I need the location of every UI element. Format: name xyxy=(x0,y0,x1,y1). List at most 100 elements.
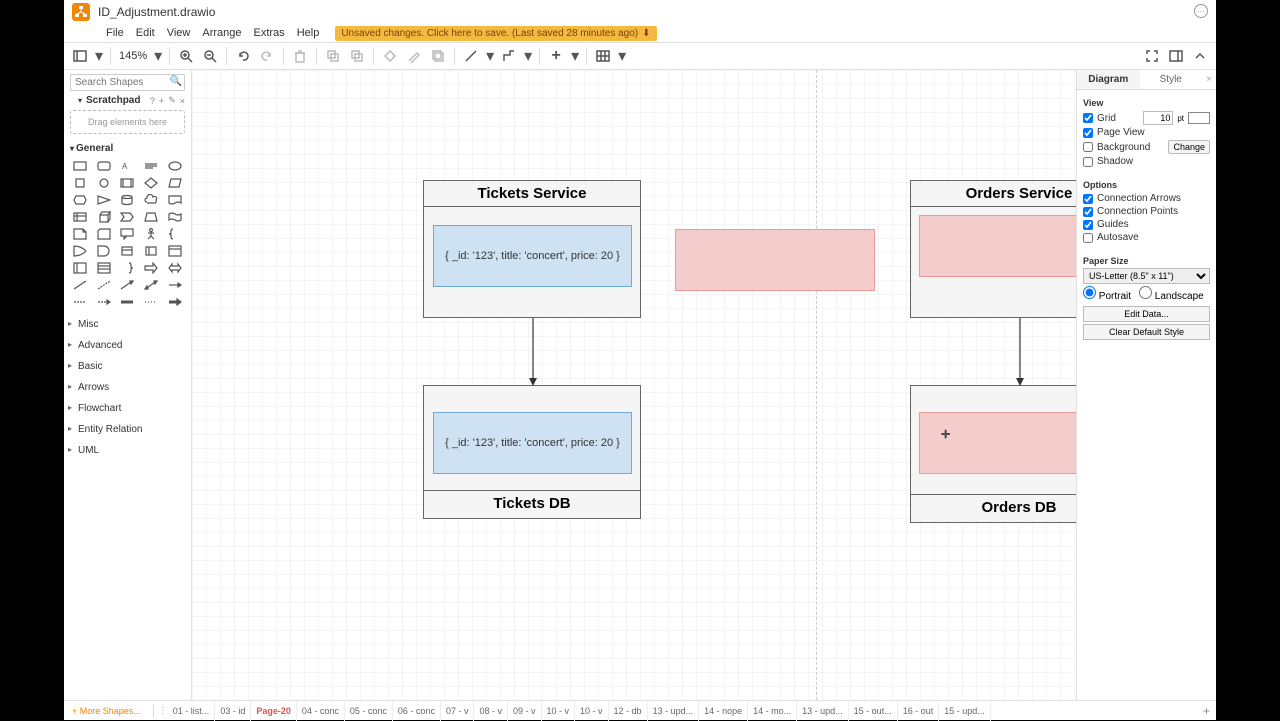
page-tab[interactable]: 08 - v xyxy=(474,701,508,721)
grid-size-input[interactable] xyxy=(1143,111,1173,125)
pageview-checkbox[interactable] xyxy=(1083,128,1093,138)
shape-thickarr[interactable] xyxy=(164,295,185,309)
grid-color-swatch[interactable] xyxy=(1188,112,1210,124)
fullscreen-icon[interactable] xyxy=(1142,46,1162,66)
shape-hcontainer[interactable] xyxy=(70,261,91,275)
paper-size-select[interactable]: US-Letter (8.5" x 11") xyxy=(1083,268,1210,284)
page-tab[interactable]: 10 - v xyxy=(575,701,609,721)
shape-document[interactable] xyxy=(164,193,185,207)
unsaved-banner[interactable]: Unsaved changes. Click here to save. (La… xyxy=(335,26,656,41)
page-tab[interactable]: 15 - upd... xyxy=(939,701,991,721)
page-tab[interactable]: 13 - upd... xyxy=(797,701,849,721)
menu-extras[interactable]: Extras xyxy=(254,27,285,39)
page-tab[interactable]: 12 - db xyxy=(609,701,648,721)
zoom-in-icon[interactable] xyxy=(176,46,196,66)
pink-box-middle[interactable] xyxy=(675,229,875,291)
page-tab[interactable]: 07 - v xyxy=(441,701,475,721)
to-front-icon[interactable] xyxy=(323,46,343,66)
format-panel-icon[interactable] xyxy=(1166,46,1186,66)
page-tab[interactable]: 05 - conc xyxy=(345,701,393,721)
zoom-level[interactable]: 145% xyxy=(117,50,149,62)
waypoint-icon[interactable] xyxy=(499,46,519,66)
shape-biarrow[interactable] xyxy=(164,261,185,275)
portrait-radio[interactable]: Portrait xyxy=(1083,286,1131,302)
shape-line2[interactable] xyxy=(94,278,115,292)
add-scratch-icon[interactable]: + xyxy=(159,96,164,106)
shape-container[interactable] xyxy=(164,244,185,258)
page-menu-icon[interactable]: ⋮ xyxy=(158,705,168,716)
cat-basic[interactable]: Basic xyxy=(64,356,191,377)
conn-dropdown[interactable]: ▾ xyxy=(485,46,495,66)
shape-cloud[interactable] xyxy=(141,193,162,207)
shape-rect[interactable] xyxy=(70,159,91,173)
shape-xor[interactable] xyxy=(141,244,162,258)
orders-db-inner[interactable] xyxy=(919,412,1076,474)
page-tab[interactable]: 04 - conc xyxy=(297,701,345,721)
zoom-dropdown-icon[interactable]: ▾ xyxy=(153,46,163,66)
autosave-checkbox[interactable] xyxy=(1083,233,1093,243)
cat-entity[interactable]: Entity Relation xyxy=(64,419,191,440)
cat-advanced[interactable]: Advanced xyxy=(64,335,191,356)
shape-trapezoid[interactable] xyxy=(141,210,162,224)
conn-points-checkbox[interactable] xyxy=(1083,207,1093,217)
clear-style-button[interactable]: Clear Default Style xyxy=(1083,324,1210,340)
shape-callout[interactable] xyxy=(117,227,138,241)
change-button[interactable]: Change xyxy=(1168,140,1210,154)
page-tab[interactable]: 14 - mo... xyxy=(748,701,797,721)
menu-arrange[interactable]: Arrange xyxy=(202,27,241,39)
shape-ellipse[interactable] xyxy=(164,159,185,173)
shape-step[interactable] xyxy=(117,210,138,224)
page-tab[interactable]: 15 - out... xyxy=(849,701,898,721)
tab-style[interactable]: Style xyxy=(1140,70,1203,89)
tab-close-icon[interactable]: × xyxy=(1202,70,1216,89)
shape-list[interactable] xyxy=(94,261,115,275)
canvas-area[interactable]: Tickets Service { _id: '123', title: 'co… xyxy=(192,70,1076,700)
wp-dropdown[interactable]: ▾ xyxy=(523,46,533,66)
menu-file[interactable]: File xyxy=(106,27,124,39)
shape-internal[interactable] xyxy=(70,210,91,224)
shape-text[interactable]: A xyxy=(117,159,138,173)
shape-cylinder[interactable] xyxy=(117,193,138,207)
collapse-icon[interactable] xyxy=(1190,46,1210,66)
line-color-icon[interactable] xyxy=(404,46,424,66)
cat-misc[interactable]: Misc xyxy=(64,314,191,335)
close-scratch-icon[interactable]: × xyxy=(180,96,185,106)
shape-dashline[interactable] xyxy=(70,295,91,309)
shadow-checkbox[interactable] xyxy=(1083,157,1093,167)
view-mode-button[interactable] xyxy=(70,46,90,66)
page-tab[interactable]: Page-20 xyxy=(251,701,297,721)
shape-circle[interactable] xyxy=(94,176,115,190)
shape-line4[interactable] xyxy=(141,278,162,292)
shape-note[interactable] xyxy=(70,227,91,241)
shape-thickline[interactable] xyxy=(117,295,138,309)
add-page-button[interactable]: + xyxy=(1197,704,1216,718)
zoom-out-icon[interactable] xyxy=(200,46,220,66)
menu-view[interactable]: View xyxy=(167,27,191,39)
shape-arrow2[interactable] xyxy=(141,261,162,275)
shape-dotline[interactable] xyxy=(141,295,162,309)
page-tab[interactable]: 09 - v xyxy=(508,701,542,721)
shape-textbox[interactable] xyxy=(141,159,162,173)
filename[interactable]: ID_Adjustment.drawio xyxy=(98,5,215,19)
shape-parallelogram[interactable] xyxy=(164,176,185,190)
more-shapes-button[interactable]: + More Shapes... xyxy=(64,706,149,716)
cat-uml[interactable]: UML xyxy=(64,440,191,461)
shape-square[interactable] xyxy=(70,176,91,190)
table-dropdown[interactable]: ▾ xyxy=(617,46,627,66)
grid-checkbox[interactable] xyxy=(1083,113,1093,123)
shape-curlyenum[interactable] xyxy=(164,227,185,241)
connection-icon[interactable] xyxy=(461,46,481,66)
cat-flowchart[interactable]: Flowchart xyxy=(64,398,191,419)
shape-diamond[interactable] xyxy=(141,176,162,190)
arrow-orders[interactable] xyxy=(1015,318,1025,388)
dropdown-icon[interactable]: ▾ xyxy=(94,46,104,66)
search-input[interactable] xyxy=(70,74,185,91)
shape-rounded[interactable] xyxy=(94,159,115,173)
shape-process[interactable] xyxy=(117,176,138,190)
shape-and[interactable] xyxy=(94,244,115,258)
add-dropdown[interactable]: ▾ xyxy=(570,46,580,66)
ticket-json-1[interactable]: { _id: '123', title: 'concert', price: 2… xyxy=(433,225,632,287)
shape-line3[interactable] xyxy=(117,278,138,292)
shape-datastore[interactable] xyxy=(117,244,138,258)
shape-or[interactable] xyxy=(70,244,91,258)
